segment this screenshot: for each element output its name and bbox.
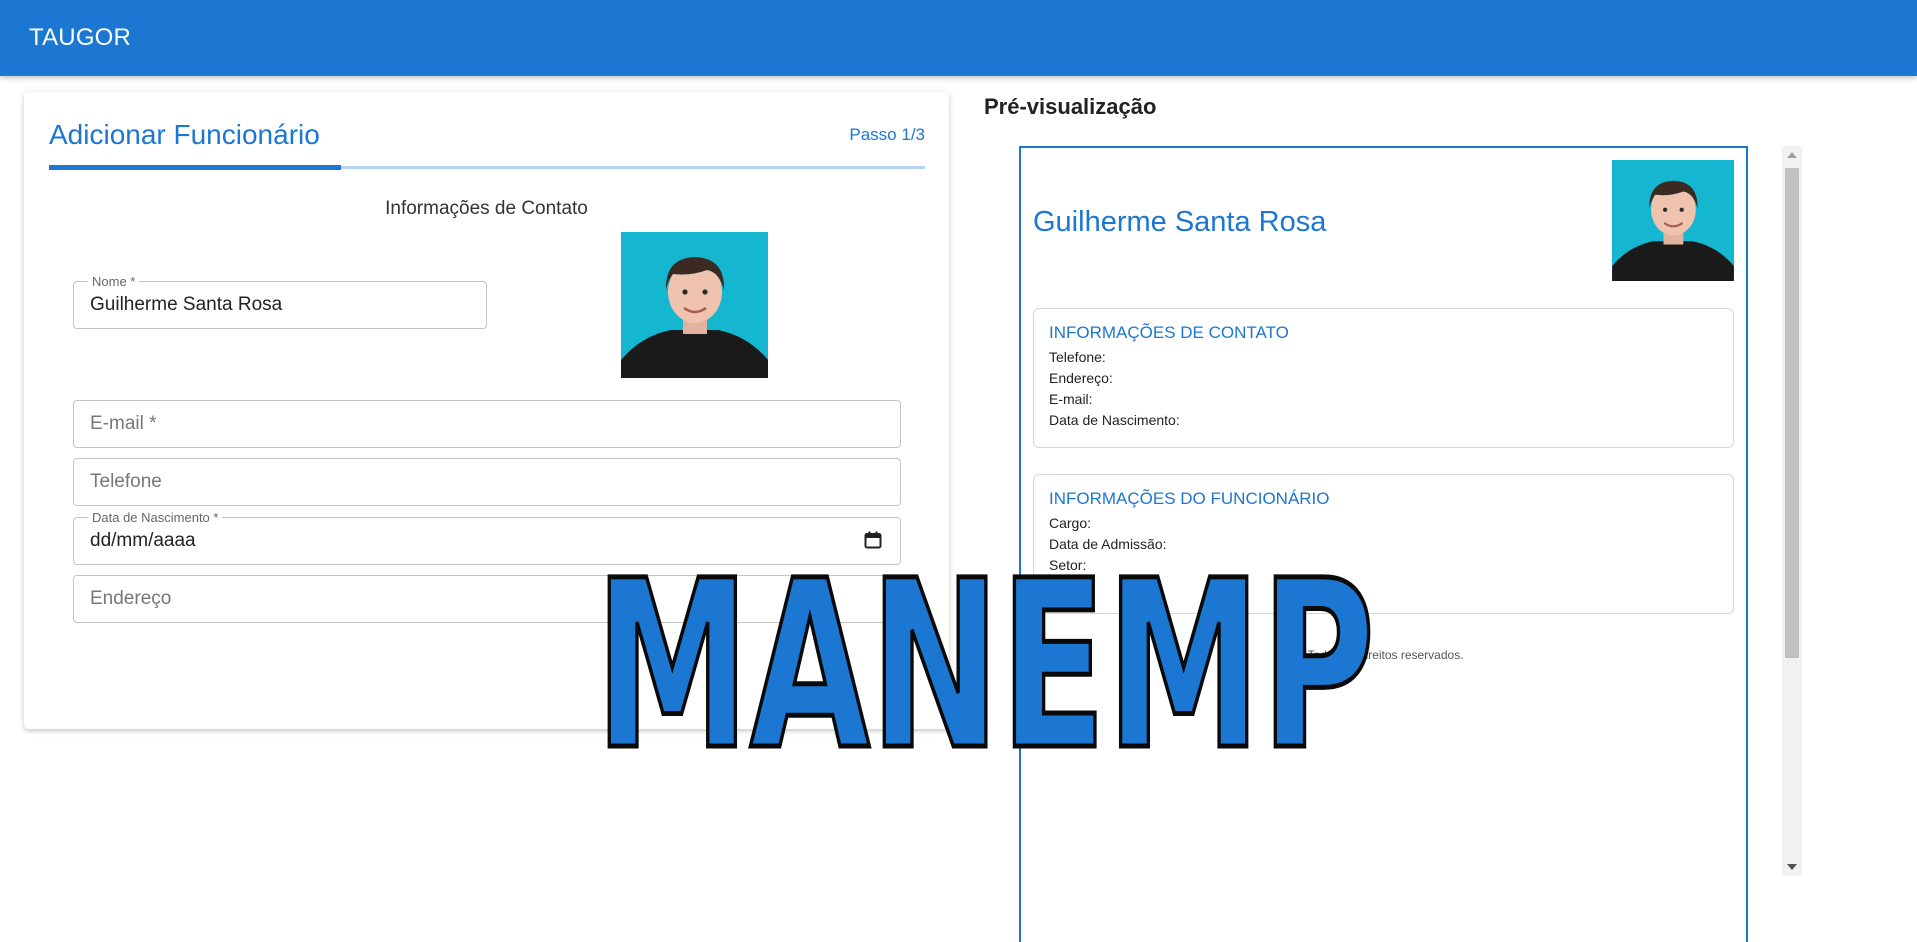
preview-frame: Guilherme Santa Rosa INFORMAÇÕES DE CONT… — [1019, 146, 1748, 942]
name-field-value: Guilherme Santa Rosa — [90, 294, 283, 315]
section-title: Informações de Contato — [385, 198, 588, 219]
preview-employee-name: Guilherme Santa Rosa — [1033, 206, 1327, 238]
preview-heading: Pré-visualização — [984, 94, 1157, 119]
preview-phone-row: Telefone: — [1049, 349, 1106, 365]
avatar-portrait-icon — [621, 232, 768, 378]
avatar-portrait-icon — [1612, 160, 1734, 281]
preview-contact-section: INFORMAÇÕES DE CONTATO Telefone: Endereç… — [1033, 308, 1734, 448]
preview-birthdate-row: Data de Nascimento: — [1049, 412, 1180, 428]
preview-admission-row: Data de Admissão: — [1049, 536, 1167, 552]
preview-address-row: Endereço: — [1049, 370, 1113, 386]
preview-role-row: Cargo: — [1049, 515, 1092, 531]
calendar-icon[interactable] — [864, 531, 882, 554]
name-field-label: Nome * — [88, 274, 140, 289]
phone-field-placeholder: Telefone — [90, 471, 162, 492]
preview-email-row: E-mail: — [1049, 391, 1093, 407]
address-field-placeholder: Endereço — [90, 588, 172, 609]
preview-employee-title: INFORMAÇÕES DO FUNCIONÁRIO — [1049, 489, 1330, 508]
name-field[interactable]: Nome * Guilherme Santa Rosa — [73, 274, 487, 329]
phone-field[interactable]: Telefone — [73, 458, 901, 506]
step-indicator: Passo 1/3 — [849, 125, 925, 144]
app-title[interactable]: TAUGOR — [29, 24, 131, 52]
scroll-up-arrow-icon[interactable] — [1787, 152, 1797, 158]
employee-photo[interactable] — [621, 232, 768, 378]
email-field[interactable]: E-mail * — [73, 400, 901, 448]
preview-contact-title: INFORMAÇÕES DE CONTATO — [1049, 323, 1289, 342]
step-progress-fill — [49, 165, 341, 170]
scroll-down-arrow-icon[interactable] — [1787, 864, 1797, 870]
watermark-logo: MANEMP — [593, 556, 1378, 766]
email-field-placeholder: E-mail * — [90, 413, 157, 434]
step-progress-bar — [49, 165, 925, 170]
form-title: Adicionar Funcionário — [49, 119, 320, 150]
watermark-text: MANEMP — [595, 556, 1375, 766]
preview-photo — [1612, 160, 1734, 281]
preview-scrollbar[interactable] — [1782, 146, 1802, 876]
scrollbar-thumb[interactable] — [1785, 168, 1799, 658]
app-bar: TAUGOR — [0, 0, 1917, 76]
birthdate-field-value: dd/mm/aaaa — [90, 530, 196, 551]
birthdate-field-label: Data de Nascimento * — [88, 510, 223, 525]
